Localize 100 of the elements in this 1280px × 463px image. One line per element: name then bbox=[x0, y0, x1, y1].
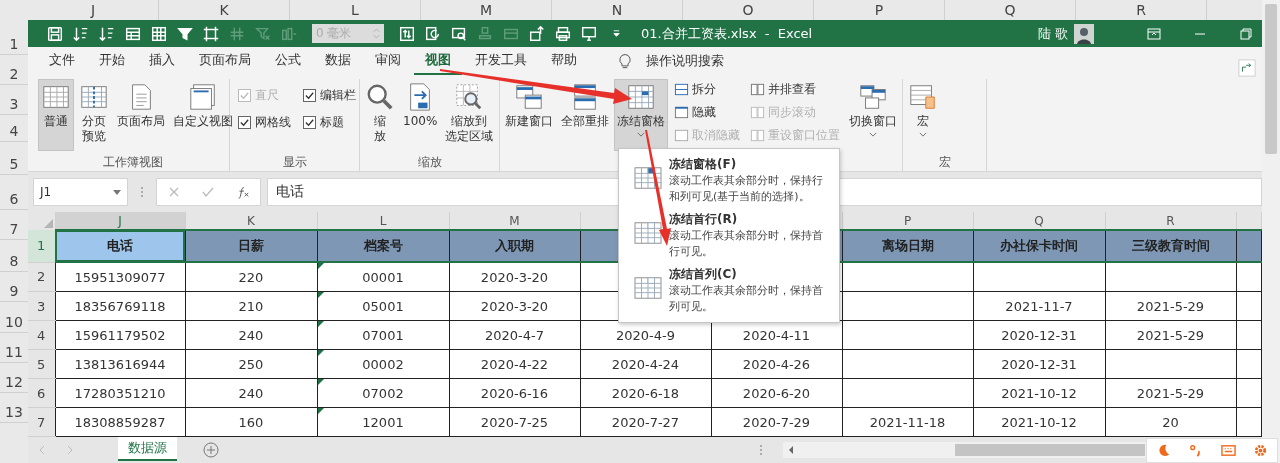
column-header[interactable]: M bbox=[509, 213, 520, 228]
table-cell[interactable]: 2020-4-24 bbox=[580, 349, 711, 379]
scrollbar-thumb[interactable] bbox=[1265, 4, 1277, 154]
table-cell[interactable]: 18356769118 bbox=[55, 291, 185, 321]
scroll-left-icon[interactable] bbox=[787, 445, 795, 455]
grid-icon[interactable] bbox=[150, 24, 168, 43]
row-header[interactable]: 3 bbox=[37, 298, 46, 314]
table-cell[interactable]: 2021-10-12 bbox=[973, 378, 1105, 408]
column-header[interactable]: Q bbox=[1034, 213, 1044, 228]
checkbox[interactable]: 编辑栏 bbox=[303, 87, 356, 104]
ribbon-display-icon[interactable] bbox=[1146, 25, 1162, 42]
table-cell[interactable]: 00002 bbox=[317, 349, 449, 379]
table-cell[interactable]: 00001 bbox=[317, 262, 449, 292]
share-icon[interactable] bbox=[1238, 59, 1256, 77]
table-cell[interactable]: 2021-11-18 bbox=[842, 407, 973, 437]
sheet-tab[interactable]: 数据源 bbox=[118, 437, 177, 461]
table-cell[interactable]: 13813616944 bbox=[55, 349, 185, 379]
table-cell[interactable]: 2021-5-29 bbox=[1105, 320, 1236, 350]
table-cell[interactable]: 160 bbox=[185, 407, 317, 437]
print-icon[interactable] bbox=[554, 24, 572, 43]
table-cell[interactable]: 2020-6-16 bbox=[449, 378, 580, 408]
save-icon[interactable] bbox=[46, 24, 64, 43]
table-cell[interactable]: 220 bbox=[185, 262, 317, 292]
row-header[interactable]: 1 bbox=[37, 238, 46, 254]
frame-icon[interactable] bbox=[202, 24, 220, 43]
header-cell[interactable]: 离场日期 bbox=[842, 230, 973, 262]
name-box[interactable]: J1 bbox=[33, 178, 128, 206]
table-cell[interactable]: 15951309077 bbox=[55, 262, 185, 292]
table-cell[interactable]: 2020-4-7 bbox=[449, 320, 580, 350]
upload-icon[interactable] bbox=[528, 24, 546, 43]
ribbon-tab[interactable]: 帮助 bbox=[540, 47, 588, 75]
header-cell[interactable]: 三级教育时间 bbox=[1105, 230, 1236, 262]
ribbon-button[interactable]: 自定义视图 bbox=[170, 79, 236, 151]
ribbon-tab[interactable]: 开发工具 bbox=[464, 47, 538, 75]
header-cell[interactable]: 办社保卡时间 bbox=[973, 230, 1105, 262]
table-cell[interactable]: 240 bbox=[185, 320, 317, 350]
checkbox[interactable]: 网格线 bbox=[238, 114, 291, 131]
column-header[interactable]: J bbox=[118, 213, 122, 228]
table-cell[interactable]: 07001 bbox=[317, 320, 449, 350]
user-name[interactable]: 陆 歌 bbox=[1037, 24, 1068, 43]
ribbon-button[interactable]: 缩 放 bbox=[362, 79, 398, 151]
column-header[interactable]: R bbox=[1166, 213, 1175, 228]
ribbon-button[interactable]: 普通 bbox=[38, 79, 74, 151]
table-cell[interactable]: 2020-7-25 bbox=[449, 407, 580, 437]
checkbox[interactable]: 标题 bbox=[303, 114, 356, 131]
check-box[interactable] bbox=[238, 116, 251, 129]
export-icon[interactable] bbox=[398, 24, 416, 43]
ribbon-tab[interactable]: 审阅 bbox=[364, 47, 412, 75]
header-cell[interactable]: 档案号 bbox=[317, 230, 449, 262]
monitor-icon[interactable] bbox=[580, 24, 598, 43]
column-header[interactable]: K bbox=[247, 213, 255, 228]
ribbon-tab[interactable]: 公式 bbox=[264, 47, 312, 75]
table-cell[interactable]: 2021-10-12 bbox=[973, 407, 1105, 437]
add-sheet-icon[interactable] bbox=[203, 442, 219, 458]
menu-item[interactable]: 冻结首行(R) 滚动工作表其余部分时，保持首行可见。 bbox=[619, 208, 839, 263]
avatar-icon[interactable] bbox=[1074, 23, 1094, 44]
table-cell[interactable]: 2020-7-29 bbox=[711, 407, 842, 437]
table-cell[interactable]: 20 bbox=[1105, 407, 1236, 437]
caret-icon[interactable] bbox=[113, 189, 121, 195]
table-cell[interactable]: 2020-3-20 bbox=[449, 262, 580, 292]
ribbon-button[interactable]: 切换窗口 bbox=[846, 79, 900, 151]
ribbon-button[interactable]: 页面布局 bbox=[114, 79, 168, 151]
ribbon-tab[interactable]: 数据 bbox=[314, 47, 362, 75]
check-box[interactable] bbox=[303, 89, 316, 102]
row-header[interactable]: 6 bbox=[37, 385, 46, 401]
table-cell[interactable]: 2020-6-20 bbox=[711, 378, 842, 408]
lightbulb-icon[interactable] bbox=[618, 52, 632, 70]
ribbon-tab[interactable]: 页面布局 bbox=[188, 47, 262, 75]
table-cell[interactable]: 2020-6-18 bbox=[580, 378, 711, 408]
header-cell[interactable]: 入职期 bbox=[449, 230, 580, 262]
table-cell[interactable]: 210 bbox=[185, 291, 317, 321]
table-cell[interactable]: 250 bbox=[185, 349, 317, 379]
ribbon-button[interactable]: 隐藏 bbox=[672, 102, 742, 123]
table-cell[interactable]: 2020-12-31 bbox=[973, 320, 1105, 350]
table-cell[interactable]: 2020-4-26 bbox=[711, 349, 842, 379]
row-header[interactable]: 5 bbox=[37, 356, 46, 372]
header-cell[interactable]: 日薪 bbox=[185, 230, 317, 262]
settings-icon[interactable] bbox=[1253, 443, 1269, 458]
column-header[interactable]: P bbox=[903, 213, 912, 228]
table-cell[interactable]: 2021-5-29 bbox=[1105, 378, 1236, 408]
ribbon-tab[interactable]: 开始 bbox=[88, 47, 136, 75]
refresh-icon[interactable] bbox=[424, 24, 442, 43]
table-cell[interactable]: 2020-12-31 bbox=[973, 349, 1105, 379]
row-header[interactable]: 2 bbox=[37, 269, 46, 285]
table-cell[interactable]: 05001 bbox=[317, 291, 449, 321]
table-cell[interactable]: 15961179502 bbox=[55, 320, 185, 350]
table-cell[interactable]: 240 bbox=[185, 378, 317, 408]
restore-icon[interactable] bbox=[1238, 25, 1254, 42]
ribbon-button[interactable]: 并排查看 bbox=[748, 79, 842, 100]
ribbon-button[interactable]: 分页 预览 bbox=[76, 79, 112, 151]
ribbon-tab[interactable]: 文件 bbox=[38, 47, 86, 75]
table-cell[interactable]: 17280351210 bbox=[55, 378, 185, 408]
table-cell[interactable]: 18308859287 bbox=[55, 407, 185, 437]
table-cell[interactable]: 2020-4-22 bbox=[449, 349, 580, 379]
ribbon-button[interactable]: 缩放到 选定区域 bbox=[442, 79, 497, 151]
table-cell[interactable]: 2021-5-29 bbox=[1105, 291, 1236, 321]
check-icon[interactable] bbox=[201, 185, 216, 199]
ribbon-tab[interactable]: 插入 bbox=[138, 47, 186, 75]
row-header[interactable]: 7 bbox=[37, 414, 46, 430]
keyboard-icon[interactable] bbox=[1220, 443, 1236, 458]
